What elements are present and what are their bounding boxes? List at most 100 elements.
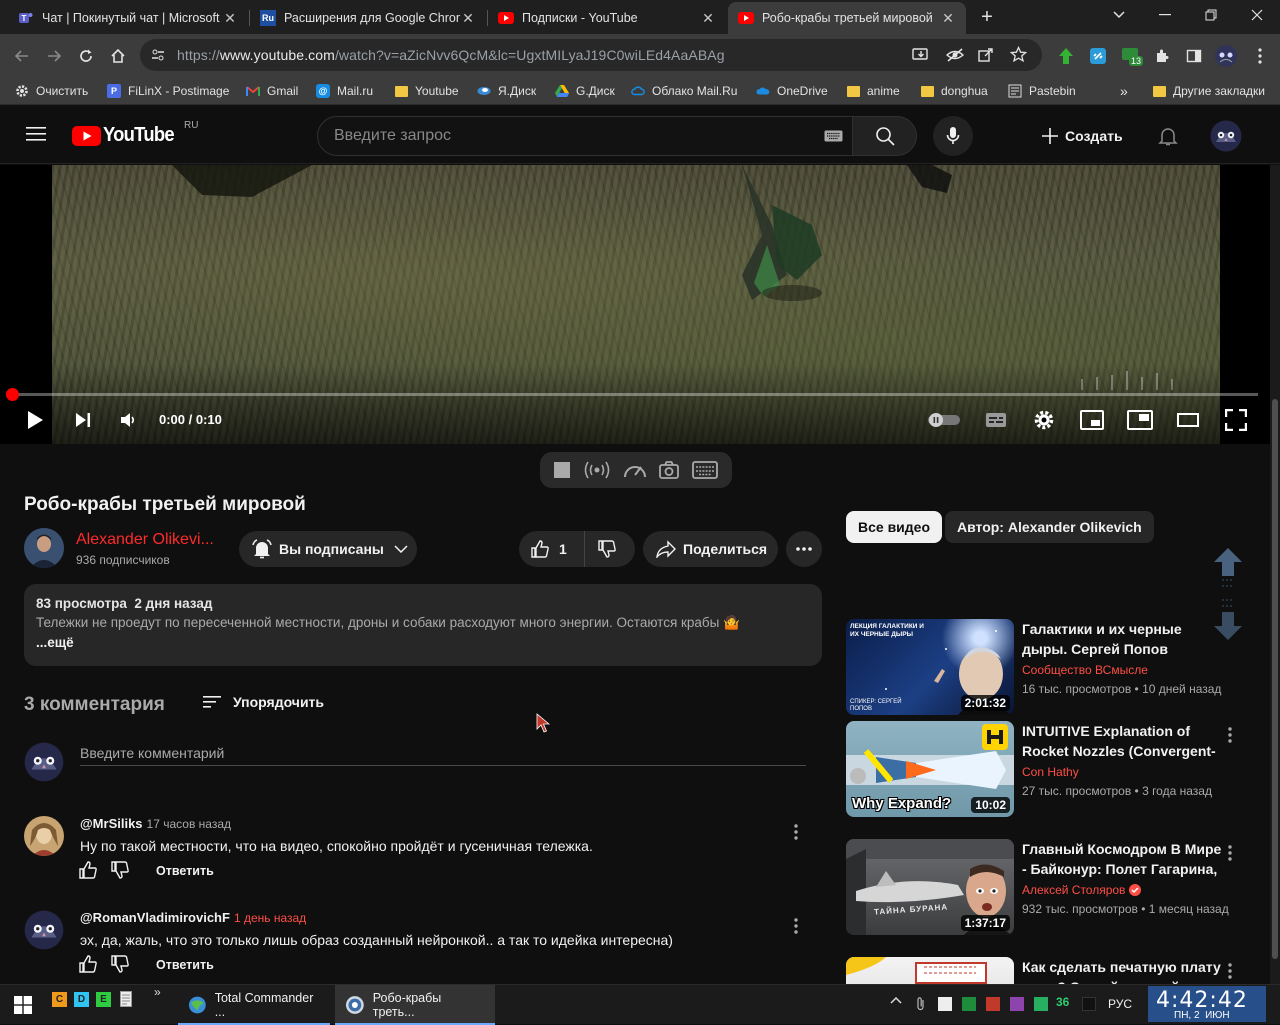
- tray-counter[interactable]: 36: [1056, 995, 1069, 1009]
- taskbar-total-commander[interactable]: Total Commander ...: [178, 985, 330, 1025]
- tray-black-icon[interactable]: [1082, 997, 1096, 1011]
- video-channel[interactable]: Алексей Столяров: [1022, 883, 1141, 897]
- install-app-icon[interactable]: [912, 47, 930, 63]
- new-tab-button[interactable]: +: [976, 6, 998, 28]
- minimize-button[interactable]: [1142, 0, 1188, 30]
- chip-all-videos[interactable]: Все видео: [846, 511, 943, 543]
- like-button[interactable]: 1: [519, 531, 585, 567]
- recommended-video[interactable]: ТАЙНА БУРАНА 1:37:17 Главный Космодром В…: [846, 839, 1256, 939]
- bookmark-postimage[interactable]: P FiLinX - Postimage: [107, 81, 229, 101]
- page-scrollbar[interactable]: [1270, 165, 1280, 985]
- close-window-button[interactable]: [1234, 0, 1280, 30]
- close-tab-icon[interactable]: ✕: [700, 10, 716, 27]
- channel-name[interactable]: Alexander Olikevi...: [76, 531, 214, 549]
- browser-tab-teams[interactable]: T Чат | Покинутый чат | Microsoft Teams …: [8, 2, 248, 34]
- theater-mode-button[interactable]: [1126, 405, 1154, 435]
- extensions-puzzle-icon[interactable]: [1148, 42, 1176, 70]
- tray-purple-icon[interactable]: [1010, 997, 1024, 1011]
- back-button[interactable]: [8, 42, 36, 70]
- bookmark-star-icon[interactable]: [1010, 46, 1027, 63]
- next-button[interactable]: [70, 405, 96, 435]
- comment-reply-button[interactable]: Ответить: [156, 958, 214, 972]
- eye-off-icon[interactable]: [946, 47, 964, 63]
- comment-like-button[interactable]: [78, 954, 98, 974]
- browser-menu-icon[interactable]: [1246, 42, 1274, 70]
- comment-author[interactable]: @MrSiliks 17 часов назад: [80, 816, 231, 831]
- video-title[interactable]: Галактики и их черные дыры. Сергей Попов: [1022, 619, 1222, 659]
- wide-mode-button[interactable]: [1176, 405, 1200, 435]
- progress-scrubber[interactable]: [6, 388, 19, 401]
- video-thumbnail[interactable]: ЛЕКЦИЯ ГАЛАКТИКИ И ИХ ЧЕРНЫЕ ДЫРЫ СПИКЕР…: [846, 619, 1014, 715]
- comment-menu-icon[interactable]: [794, 918, 798, 934]
- bookmark-onedrive[interactable]: OneDrive: [756, 81, 828, 101]
- more-actions-button[interactable]: [786, 531, 822, 567]
- bookmark-mailru[interactable]: @ Mail.ru: [316, 81, 373, 101]
- settings-button[interactable]: [1032, 405, 1056, 435]
- browser-tab-subscriptions[interactable]: Подписки - YouTube ✕: [488, 2, 726, 34]
- reload-button[interactable]: [72, 42, 100, 70]
- video-thumbnail[interactable]: [846, 957, 1014, 984]
- video-menu-icon[interactable]: [1228, 963, 1232, 979]
- bookmark-mailru-cloud[interactable]: Облако Mail.Ru: [631, 81, 737, 101]
- extension-link-icon[interactable]: [1084, 42, 1112, 70]
- scrollbar-thumb[interactable]: [1272, 399, 1278, 959]
- share-page-icon[interactable]: [978, 47, 994, 63]
- video-menu-icon[interactable]: [1228, 727, 1232, 743]
- quicklaunch-overflow[interactable]: »: [154, 985, 161, 999]
- keyboard-icon[interactable]: [824, 130, 843, 142]
- bookmark-gdrive[interactable]: G.Диск: [555, 81, 615, 101]
- comment-author-avatar[interactable]: [24, 910, 64, 950]
- tray-green-icon[interactable]: [962, 997, 976, 1011]
- description-box[interactable]: 83 просмотра 2 дня назад Тележки не прое…: [24, 584, 822, 666]
- browser-tab-extensions[interactable]: Ru Расширения для Google Chrome ✕: [250, 2, 486, 34]
- chip-by-author[interactable]: Автор: Alexander Olikevich: [945, 511, 1154, 543]
- hamburger-menu-icon[interactable]: [26, 126, 46, 142]
- profile-avatar-icon[interactable]: [1212, 42, 1240, 70]
- video-menu-icon[interactable]: [1228, 845, 1232, 861]
- stop-icon[interactable]: [554, 462, 571, 478]
- autoplay-toggle[interactable]: [926, 405, 962, 435]
- taskbar-chrome[interactable]: Робо-крабы треть...: [335, 985, 495, 1025]
- bookmark-pastebin[interactable]: Pastebin: [1008, 81, 1076, 101]
- comment-like-button[interactable]: [78, 860, 98, 880]
- broadcast-icon[interactable]: [583, 461, 611, 479]
- drive-e-icon[interactable]: E: [96, 992, 111, 1007]
- drive-d-icon[interactable]: D: [74, 992, 89, 1007]
- notepad-icon[interactable]: [120, 991, 132, 1007]
- windows-start-icon[interactable]: [14, 996, 32, 1014]
- drive-c-icon[interactable]: C: [52, 992, 67, 1007]
- extension-arrow-icon[interactable]: [1052, 42, 1080, 70]
- video-title[interactable]: INTUITIVE Explanation of Rocket Nozzles …: [1022, 721, 1222, 761]
- recommended-video[interactable]: Как сделать печатную плату дома? Самый п…: [846, 957, 1256, 984]
- bookmark-gmail[interactable]: Gmail: [246, 81, 298, 101]
- share-button[interactable]: Поделиться: [643, 531, 778, 567]
- speedometer-icon[interactable]: [623, 461, 647, 479]
- tray-status-icon[interactable]: [1034, 997, 1048, 1011]
- video-channel[interactable]: Сообщество ВСмысле: [1022, 663, 1148, 677]
- mute-button[interactable]: [116, 405, 140, 435]
- comment-dislike-button[interactable]: [110, 860, 130, 880]
- address-bar[interactable]: https://www.youtube.com/watch?v=aZicNvv6…: [140, 39, 1042, 71]
- comment-reply-button[interactable]: Ответить: [156, 864, 214, 878]
- create-button[interactable]: Создать: [1031, 116, 1137, 156]
- tray-overflow-chevron-icon[interactable]: [890, 996, 902, 1004]
- keyboard-language[interactable]: РУС: [1108, 997, 1132, 1011]
- video-thumbnail[interactable]: ТАЙНА БУРАНА 1:37:17: [846, 839, 1014, 935]
- youtube-logo[interactable]: YouTube RU: [72, 120, 198, 147]
- play-button[interactable]: [22, 405, 48, 435]
- fullscreen-button[interactable]: [1224, 405, 1248, 435]
- video-title[interactable]: Как сделать печатную плату дома? Самый п…: [1022, 957, 1222, 984]
- bookmark-yadisk[interactable]: Я.Диск: [477, 81, 536, 101]
- home-button[interactable]: [104, 42, 132, 70]
- subscribed-button[interactable]: Вы подписаны: [239, 531, 417, 567]
- search-input[interactable]: [334, 117, 814, 155]
- bookmark-folder-donghua[interactable]: donghua: [920, 81, 988, 101]
- tray-window-icon[interactable]: [938, 997, 952, 1011]
- bookmarks-overflow-button[interactable]: »: [1120, 81, 1128, 101]
- description-more-link[interactable]: ...ещё: [36, 635, 810, 650]
- dislike-button[interactable]: [585, 539, 617, 559]
- account-avatar[interactable]: [1210, 120, 1242, 152]
- channel-avatar[interactable]: [24, 528, 64, 568]
- recommended-video[interactable]: Why Expand? 10:02 INTUITIVE Explanation …: [846, 721, 1256, 821]
- other-bookmarks-folder[interactable]: Другие закладки: [1152, 81, 1265, 101]
